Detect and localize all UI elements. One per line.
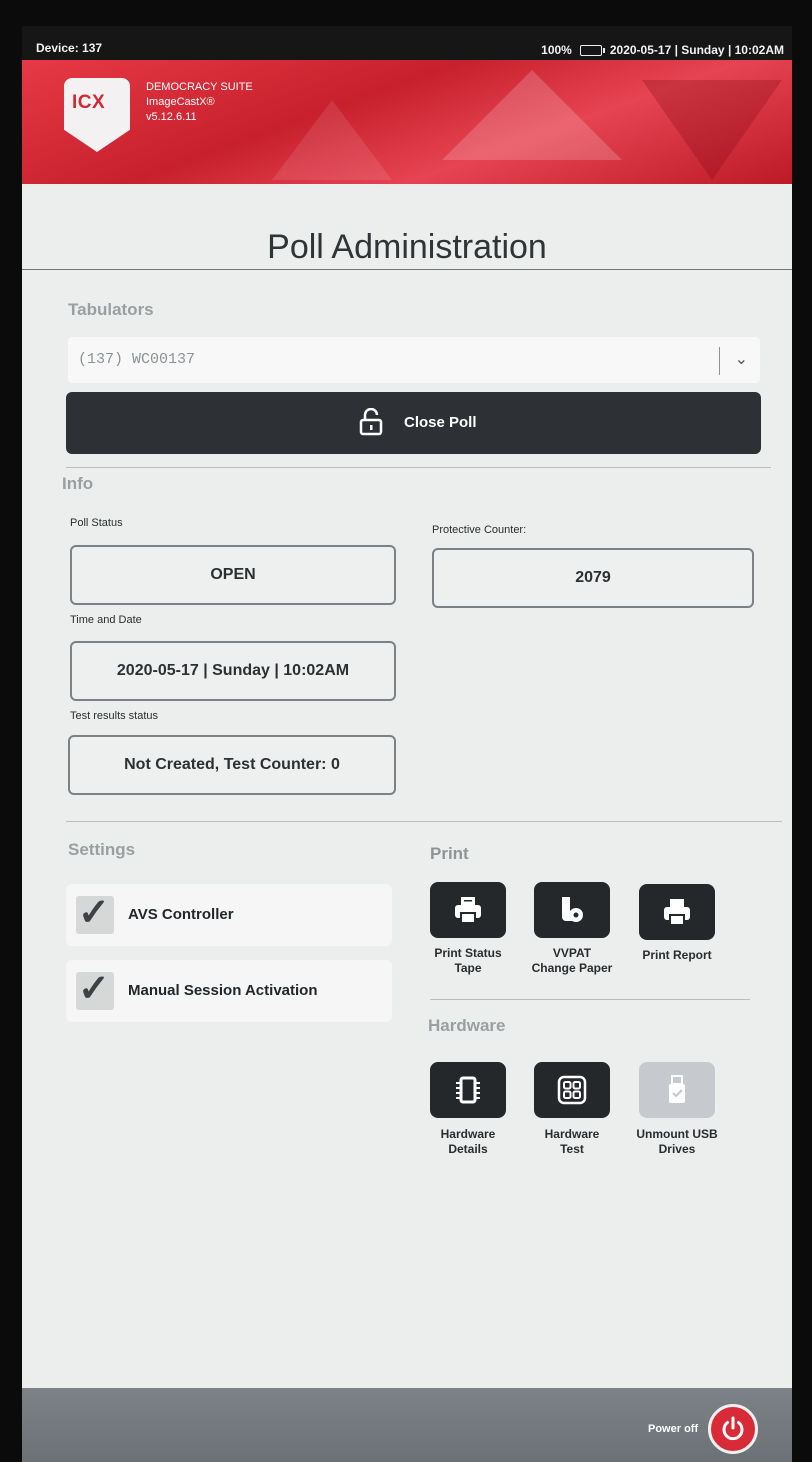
info-heading: Info xyxy=(62,474,94,493)
tile-label-line2: Drives xyxy=(658,1142,696,1156)
divider xyxy=(66,821,782,822)
time-date-label: Time and Date xyxy=(70,614,142,626)
footer-bar: Power off xyxy=(22,1388,792,1462)
grid-icon xyxy=(557,1075,587,1105)
printer-icon xyxy=(455,897,481,924)
tile-label-line1: Print Status xyxy=(434,946,502,960)
title-divider xyxy=(22,269,792,270)
print-report-button[interactable] xyxy=(639,884,715,940)
usb-icon xyxy=(669,1075,685,1103)
checkmark-icon: ✓ xyxy=(78,968,110,1010)
tabulators-heading: Tabulators xyxy=(68,300,154,319)
battery-percent: 100% xyxy=(541,43,572,57)
status-datetime: 2020-05-17 | Sunday | 10:02AM xyxy=(609,43,784,57)
close-poll-button[interactable]: Close Poll xyxy=(66,392,761,454)
checkmark-icon: ✓ xyxy=(78,892,110,934)
tile-label-line1: Print Report xyxy=(642,948,712,962)
page-title: Poll Administration xyxy=(267,228,547,266)
brand-version: v5.12.6.11 xyxy=(146,111,197,123)
tile-label-line2: Change Paper xyxy=(531,961,613,975)
hardware-test-button[interactable] xyxy=(534,1062,610,1118)
unlock-icon xyxy=(359,408,383,436)
power-off-label: Power off xyxy=(648,1423,699,1435)
checkbox-manual-session-activation[interactable]: ✓ xyxy=(76,968,114,1010)
paper-roll-icon xyxy=(562,897,583,922)
status-right: 100% 2020-05-17 | Sunday | 10:02AM xyxy=(541,43,784,57)
hardware-details-label: Hardware Details xyxy=(413,1127,523,1157)
time-date-value: 2020-05-17 | Sunday | 10:02AM xyxy=(70,641,396,701)
vvpat-change-paper-button[interactable] xyxy=(534,882,610,938)
poll-status-value: OPEN xyxy=(70,545,396,605)
divider xyxy=(66,467,771,468)
printer-icon xyxy=(664,899,690,926)
select-separator xyxy=(719,347,720,375)
device-screen: Device: 137 100% 2020-05-17 | Sunday | 1… xyxy=(22,26,792,1462)
checkbox-avs-controller[interactable]: ✓ xyxy=(76,892,114,934)
tile-label-line1: Hardware xyxy=(544,1127,600,1141)
chevron-down-icon[interactable]: ⌄ xyxy=(735,349,748,369)
tile-label-line2: Details xyxy=(448,1142,488,1156)
print-report-label: Print Report xyxy=(622,948,732,963)
vvpat-change-paper-label: VVPAT Change Paper xyxy=(517,946,627,976)
brand-info: DEMOCRACY SUITE ImageCastX® v5.12.6.11 xyxy=(146,80,253,125)
close-poll-label: Close Poll xyxy=(404,414,477,431)
unmount-usb-drives-label: Unmount USB Drives xyxy=(622,1127,732,1157)
power-icon xyxy=(722,1416,744,1441)
test-results-label: Test results status xyxy=(70,710,159,722)
tile-label-line1: Unmount USB xyxy=(636,1127,718,1141)
tile-label-line1: Hardware xyxy=(440,1127,496,1141)
unmount-usb-drives-button[interactable] xyxy=(639,1062,715,1118)
chip-icon xyxy=(456,1076,480,1104)
divider xyxy=(430,999,750,1000)
logo-text: ICX xyxy=(72,92,106,113)
icx-logo: ICX xyxy=(64,78,130,152)
poll-status-label: Poll Status xyxy=(70,517,123,529)
setting-label: Manual Session Activation xyxy=(128,982,318,999)
hardware-heading: Hardware xyxy=(428,1016,506,1035)
tile-label-line1: VVPAT xyxy=(552,946,592,960)
tabulator-selected-value: (137) WC00137 xyxy=(78,351,196,368)
tabulator-select[interactable]: (137) WC00137 ⌄ xyxy=(68,337,760,383)
print-status-tape-label: Print Status Tape xyxy=(413,946,523,976)
app-header: ICX DEMOCRACY SUITE ImageCastX® v5.12.6.… xyxy=(22,60,792,184)
power-off-button[interactable] xyxy=(708,1404,758,1454)
brand-product: ImageCastX® xyxy=(146,96,215,108)
protective-counter-value: 2079 xyxy=(432,548,754,608)
hardware-test-label: Hardware Test xyxy=(517,1127,627,1157)
hardware-details-button[interactable] xyxy=(430,1062,506,1118)
setting-avs-controller[interactable]: ✓ AVS Controller xyxy=(66,884,392,946)
tile-label-line2: Tape xyxy=(454,961,482,975)
print-status-tape-button[interactable] xyxy=(430,882,506,938)
setting-label: AVS Controller xyxy=(128,906,234,923)
brand-suite: DEMOCRACY SUITE xyxy=(146,81,253,93)
tile-label-line2: Test xyxy=(560,1142,584,1156)
print-heading: Print xyxy=(430,844,469,863)
protective-counter-label: Protective Counter: xyxy=(432,524,527,536)
test-results-value: Not Created, Test Counter: 0 xyxy=(68,735,396,795)
battery-icon xyxy=(579,44,605,56)
settings-heading: Settings xyxy=(68,840,136,859)
status-bar: Device: 137 100% 2020-05-17 | Sunday | 1… xyxy=(22,26,792,60)
device-id: Device: 137 xyxy=(36,41,103,55)
setting-manual-session-activation[interactable]: ✓ Manual Session Activation xyxy=(66,960,392,1022)
